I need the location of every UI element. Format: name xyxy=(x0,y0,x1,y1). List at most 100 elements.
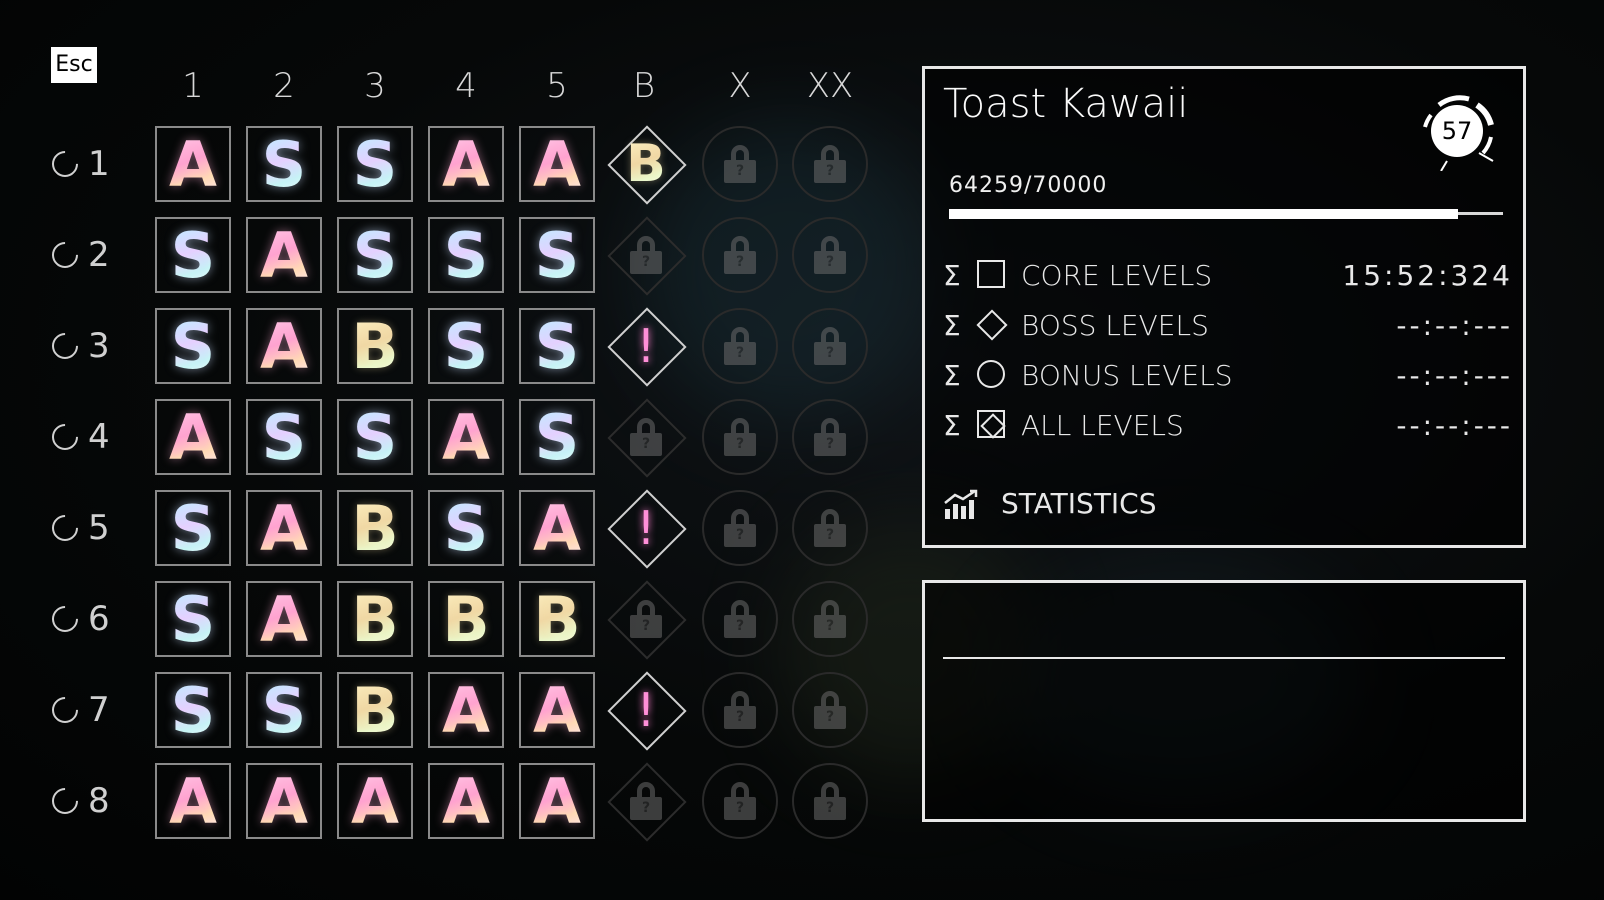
boss-level-cell: ? xyxy=(602,211,690,299)
lock-icon: ? xyxy=(630,600,662,638)
level-tile[interactable]: B xyxy=(337,672,413,748)
level-tile[interactable]: S xyxy=(155,217,231,293)
bonus-xx-cell: ? xyxy=(792,672,868,748)
sigma-symbol: Σ xyxy=(943,308,961,342)
summary-row: Σ BONUS LEVELS --:--:--- xyxy=(943,355,1513,395)
lock-icon: ? xyxy=(814,418,846,456)
grade-label: A xyxy=(169,127,217,201)
level-tile[interactable]: S xyxy=(246,126,322,202)
level-tile[interactable]: A xyxy=(428,672,504,748)
summary-row: Σ BOSS LEVELS --:--:--- xyxy=(943,305,1513,345)
summary-row: Σ CORE LEVELS 15:52:324 xyxy=(943,255,1513,295)
loop-icon xyxy=(46,509,84,547)
level-tile[interactable]: A xyxy=(246,308,322,384)
row-label: 3 xyxy=(88,326,110,366)
boss-level-cell[interactable]: B xyxy=(602,120,690,208)
column-header: 4 xyxy=(455,66,477,106)
summary-label: BOSS LEVELS xyxy=(1021,308,1209,342)
level-tile[interactable]: B xyxy=(337,581,413,657)
progress-fill xyxy=(949,209,1458,219)
level-tile[interactable]: S xyxy=(519,308,595,384)
level-tile[interactable]: A xyxy=(155,763,231,839)
grade-label: A xyxy=(533,491,581,565)
grade-label: S xyxy=(352,218,398,292)
summary-row: Σ ALL LEVELS --:--:--- xyxy=(943,405,1513,445)
boss-level-cell[interactable]: ! xyxy=(602,666,690,754)
info-panel xyxy=(922,580,1526,822)
summary-label: ALL LEVELS xyxy=(1021,408,1184,442)
level-tile[interactable]: B xyxy=(337,490,413,566)
level-tile[interactable]: S xyxy=(428,308,504,384)
row-label: 4 xyxy=(88,417,110,457)
level-tile[interactable]: A xyxy=(155,126,231,202)
lock-icon: ? xyxy=(724,236,756,274)
level-tile[interactable]: A xyxy=(428,126,504,202)
lock-icon: ? xyxy=(724,691,756,729)
level-tile[interactable]: S xyxy=(246,399,322,475)
square-icon xyxy=(977,260,1021,290)
level-tile[interactable]: S xyxy=(428,217,504,293)
bonus-xx-cell: ? xyxy=(792,308,868,384)
level-tile[interactable]: A xyxy=(246,490,322,566)
level-tile[interactable]: S xyxy=(337,126,413,202)
level-tile[interactable]: S xyxy=(155,490,231,566)
grade-label: S xyxy=(352,400,398,474)
grade-label: S xyxy=(170,673,216,747)
lock-icon: ? xyxy=(630,782,662,820)
level-tile[interactable]: A xyxy=(519,126,595,202)
level-tile[interactable]: B xyxy=(428,581,504,657)
level-tile[interactable]: S xyxy=(337,217,413,293)
grade-label: B xyxy=(533,582,581,656)
lock-icon: ? xyxy=(630,418,662,456)
level-tile[interactable]: A xyxy=(337,763,413,839)
level-tile[interactable]: S xyxy=(428,490,504,566)
boss-level-cell[interactable]: ! xyxy=(602,302,690,390)
summary-label: CORE LEVELS xyxy=(1021,258,1213,292)
level-tile[interactable]: S xyxy=(337,399,413,475)
loop-icon xyxy=(46,236,84,274)
row-header: 8 xyxy=(46,761,132,841)
level-tile[interactable]: A xyxy=(428,763,504,839)
boss-content: ! xyxy=(602,484,690,572)
grade-label: S xyxy=(443,309,489,383)
level-tile[interactable]: S xyxy=(246,672,322,748)
lock-icon: ? xyxy=(814,145,846,183)
statistics-button[interactable]: STATISTICS xyxy=(943,487,1157,520)
grade-label: A xyxy=(169,400,217,474)
level-tile[interactable]: A xyxy=(428,399,504,475)
grade-label: B xyxy=(351,309,399,383)
level-tile[interactable]: A xyxy=(519,672,595,748)
level-tile[interactable]: B xyxy=(337,308,413,384)
bonus-xx-cell: ? xyxy=(792,399,868,475)
level-tile[interactable]: A xyxy=(246,581,322,657)
level-tile[interactable]: A xyxy=(155,399,231,475)
grade-label: S xyxy=(534,218,580,292)
grade-label: S xyxy=(261,673,307,747)
column-header: 5 xyxy=(546,66,568,106)
level-tile[interactable]: S xyxy=(519,217,595,293)
level-tile[interactable]: A xyxy=(519,763,595,839)
level-tile[interactable]: S xyxy=(155,672,231,748)
column-header: X xyxy=(728,66,752,106)
grade-label: A xyxy=(533,764,581,838)
level-tile[interactable]: S xyxy=(519,399,595,475)
column-header: 3 xyxy=(364,66,386,106)
grade-label: A xyxy=(351,764,399,838)
boss-content: ? xyxy=(602,211,690,299)
boss-content: B xyxy=(602,120,690,208)
info-divider xyxy=(943,657,1505,659)
boss-level-cell[interactable]: ! xyxy=(602,484,690,572)
level-tile[interactable]: S xyxy=(155,308,231,384)
loop-icon xyxy=(46,145,84,183)
grade-label: A xyxy=(442,400,490,474)
level-tile[interactable]: B xyxy=(519,581,595,657)
row-label: 1 xyxy=(88,144,110,184)
level-tile[interactable]: A xyxy=(246,217,322,293)
grade-label: S xyxy=(261,127,307,201)
level-tile[interactable]: A xyxy=(246,763,322,839)
summary-time: --:--:--- xyxy=(1396,358,1513,392)
level-tile[interactable]: S xyxy=(155,581,231,657)
esc-button[interactable]: Esc xyxy=(51,47,97,83)
level-tile[interactable]: A xyxy=(519,490,595,566)
bonus-x-cell: ? xyxy=(702,490,778,566)
